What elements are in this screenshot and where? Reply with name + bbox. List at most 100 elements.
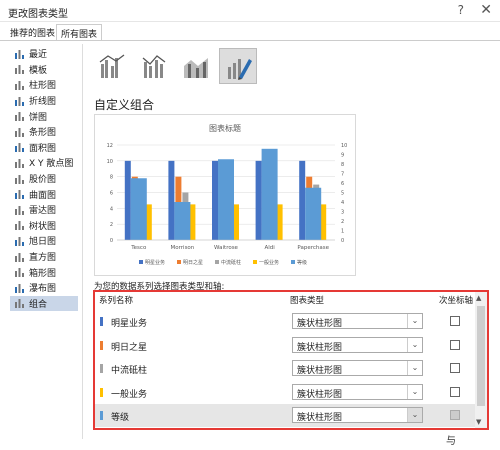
histogram-chart-icon <box>14 252 25 262</box>
chevron-down-icon[interactable]: ⌄ <box>407 361 422 375</box>
combo-type-column-line-secondary[interactable] <box>135 48 173 84</box>
y-tick-label: 8 <box>110 175 113 181</box>
chart-category-list: 最近模板柱形图 折线图 饼图条形图 面积图 X Y 散点图股价图 曲面图 雷达图 树状图 旭日图… <box>10 46 78 312</box>
combo-type-custom[interactable] <box>219 48 257 84</box>
sidebar-item-0[interactable]: 最近 <box>10 46 78 62</box>
series-row[interactable]: 等级 簇状柱形图 ⌄ <box>95 404 475 427</box>
series-color-swatch <box>100 340 103 350</box>
custom-combination-icon <box>228 59 252 80</box>
chart-type-value: 簇状柱形图 <box>297 342 343 353</box>
radar-chart-icon <box>14 205 25 215</box>
chart-type-select[interactable]: 簇状柱形图 ⌄ <box>292 313 423 329</box>
bar-等级 <box>218 159 234 240</box>
tab-all-charts[interactable]: 所有图表 <box>56 24 103 40</box>
sidebar-item-2[interactable]: 柱形图 <box>10 77 78 93</box>
chart-type-value: 簇状柱形图 <box>297 319 343 329</box>
treemap-chart-icon <box>14 220 25 231</box>
sidebar-item-7[interactable]: X Y 散点图 <box>10 155 78 171</box>
sidebar-item-13[interactable]: 直方图 <box>10 249 78 265</box>
legend-swatch <box>253 260 257 264</box>
series-row[interactable]: 明日之星 簇状柱形图 ⌄ <box>95 334 475 357</box>
sidebar-item-label: 模板 <box>29 65 48 76</box>
line-chart-icon <box>14 96 25 106</box>
sidebar-item-1[interactable]: 模板 <box>10 62 78 78</box>
bar-等级 <box>261 148 278 240</box>
scroll-up-icon[interactable]: ▲ <box>476 294 481 302</box>
secondary-axis-checkbox[interactable] <box>450 363 460 373</box>
chevron-down-icon[interactable]: ⌄ <box>407 384 422 399</box>
chart-preview-svg: 图表标题024681012012345678910Tesco Morrison Wa… <box>107 123 348 266</box>
sidebar-item-11[interactable]: 树状图 <box>10 218 78 234</box>
bar-等级 <box>174 202 191 240</box>
x-tick-label: Aldi <box>264 245 275 251</box>
boxwhisker-chart-icon <box>14 267 25 278</box>
sidebar-item-3[interactable]: 折线图 <box>10 93 78 109</box>
chart-type-select[interactable]: 簇状柱形图 ⌄ <box>292 336 423 353</box>
sidebar-item-10[interactable]: 雷达图 <box>10 202 78 218</box>
legend-label: 一般业务 <box>259 259 279 266</box>
series-color-swatch <box>100 387 103 397</box>
y2-tick-label: 10 <box>341 143 347 149</box>
sidebar-divider <box>82 44 83 439</box>
series-row[interactable]: 中流砥柱 簇状柱形图 ⌄ <box>95 357 475 380</box>
column-chart-icon <box>14 80 25 90</box>
sidebar-item-4[interactable]: 饼图 <box>10 108 78 124</box>
legend-swatch <box>291 260 295 264</box>
legend-label: 明日之星 <box>183 259 203 266</box>
secondary-axis-checkbox[interactable] <box>450 410 460 420</box>
sidebar-item-8[interactable]: 股价图 <box>10 171 78 187</box>
chart-type-value: 簇状柱形图 <box>297 389 343 400</box>
sidebar-item-label: 箱形图 <box>29 268 57 279</box>
close-button[interactable]: ✕ <box>480 2 492 18</box>
grid-header: 系列名称 图表类型 次坐标轴 <box>95 292 475 306</box>
y-tick-label: 6 <box>110 191 113 197</box>
chevron-down-icon[interactable]: ⌄ <box>407 337 422 352</box>
scroll-down-icon[interactable]: ▼ <box>476 418 481 426</box>
pie-chart-icon <box>14 111 25 122</box>
x-tick-label: Waitrose <box>214 245 239 251</box>
stacked-area-clustered-column-icon <box>184 58 208 78</box>
secondary-axis-checkbox[interactable] <box>450 339 460 350</box>
y-tick-label: 2 <box>110 222 113 228</box>
waterfall-chart-icon <box>14 283 25 293</box>
chevron-down-icon[interactable]: ⌄ <box>407 314 422 328</box>
secondary-axis-checkbox[interactable] <box>450 316 460 326</box>
combo-type-clustered-column-line[interactable] <box>93 48 131 84</box>
grid-scrollbar[interactable]: ▲ ▼ <box>475 292 487 428</box>
y-tick-label: 10 <box>107 159 113 165</box>
legend-label: 等级 <box>297 259 307 266</box>
sidebar-item-15[interactable]: 瀑布图 <box>10 280 78 296</box>
sidebar-item-label: 条形图 <box>29 128 57 139</box>
sidebar-item-5[interactable]: 条形图 <box>10 124 78 140</box>
bar-明星业务 <box>255 160 262 240</box>
series-row[interactable]: 一般业务 簇状柱形图 ⌄ <box>95 381 475 404</box>
bar-chart-icon <box>14 127 25 137</box>
sidebar-item-label: 柱形图 <box>29 81 57 92</box>
section-title: 自定义组合 <box>94 98 155 112</box>
help-button[interactable]: ? <box>458 3 464 17</box>
chart-type-value: 簇状柱形图 <box>297 413 343 423</box>
chart-type-select[interactable]: 簇状柱形图 ⌄ <box>292 383 423 400</box>
combo-chart-icon <box>14 298 25 309</box>
series-name: 一般业务 <box>111 389 148 400</box>
tab-recommended[interactable]: 推荐的图表 <box>6 24 59 40</box>
chart-type-select[interactable]: 簇状柱形图 ⌄ <box>292 360 423 376</box>
tab-divider <box>0 40 500 41</box>
sidebar-item-16[interactable]: 组合 <box>10 295 78 312</box>
clustered-column-line-icon <box>99 54 125 78</box>
legend-swatch <box>215 260 219 264</box>
y2-tick-label: 2 <box>341 219 344 225</box>
sidebar-item-9[interactable]: 曲面图 <box>10 186 78 202</box>
sidebar-item-14[interactable]: 箱形图 <box>10 264 78 280</box>
combo-type-stacked-area-column[interactable] <box>177 48 215 84</box>
scroll-thumb[interactable] <box>477 306 485 406</box>
sidebar-item-label: 股价图 <box>29 175 57 186</box>
ok-button-partial[interactable]: 与 <box>446 432 456 447</box>
sidebar-item-12[interactable]: 旭日图 <box>10 233 78 249</box>
series-row[interactable]: 明星业务 簇状柱形图 ⌄ <box>95 310 475 333</box>
secondary-axis-checkbox[interactable] <box>450 386 460 397</box>
chevron-down-icon[interactable]: ⌄ <box>407 408 422 422</box>
chart-type-value: 簇状柱形图 <box>297 366 343 376</box>
sidebar-item-6[interactable]: 面积图 <box>10 140 78 156</box>
chart-type-select[interactable]: 簇状柱形图 ⌄ <box>292 407 423 423</box>
